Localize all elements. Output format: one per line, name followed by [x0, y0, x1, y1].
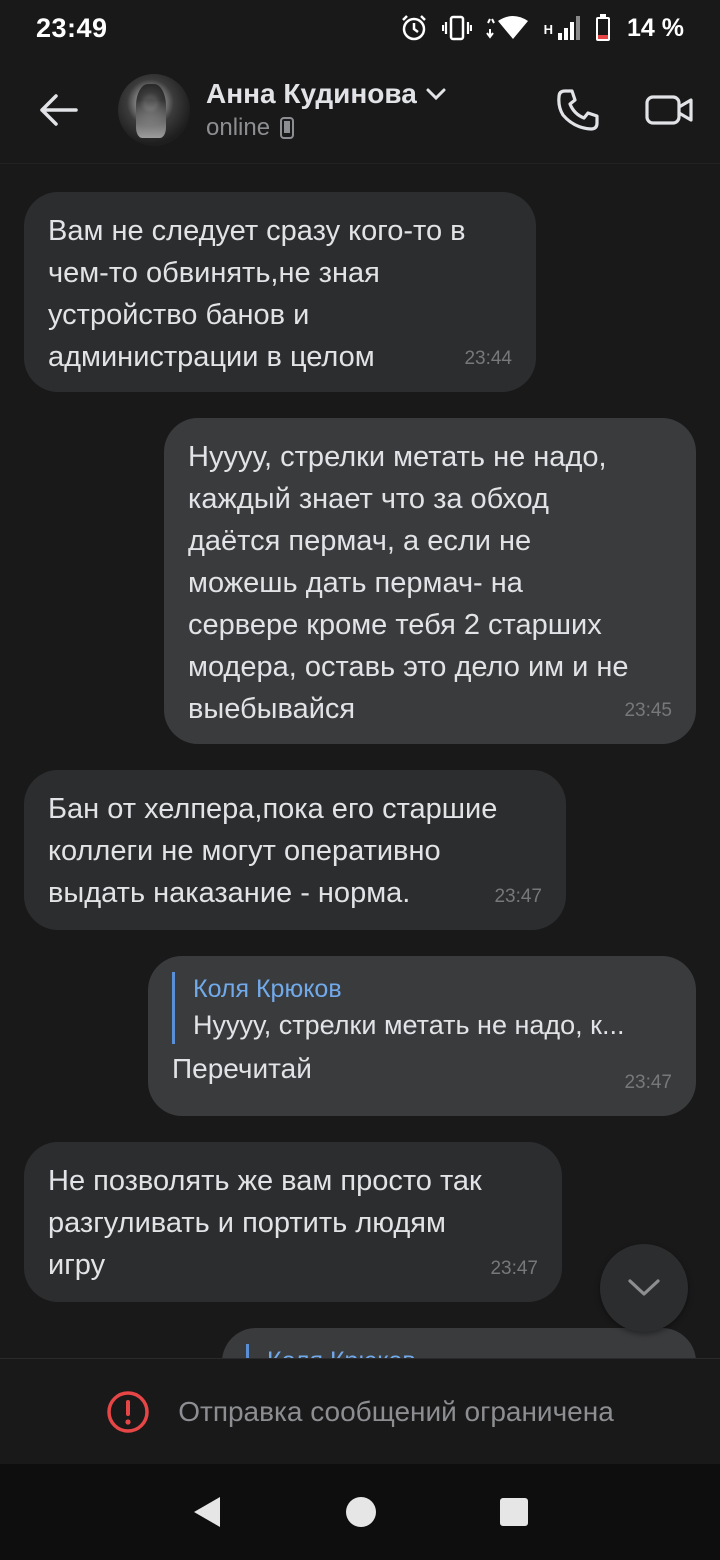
video-call-button[interactable] [644, 84, 696, 136]
chevron-down-icon [628, 1279, 660, 1296]
message-bubble-incoming[interactable]: Вам не следует сразу кого-то в чем-то об… [24, 192, 536, 392]
message-time: 23:47 [494, 886, 542, 907]
arrow-left-icon [40, 93, 78, 126]
message-bubble-outgoing[interactable]: Коля Крюков [222, 1328, 696, 1358]
contact-status: online [206, 113, 271, 141]
message-text: Не позволять же вам просто так разгулива… [48, 1165, 482, 1281]
nav-back-icon[interactable] [190, 1494, 224, 1530]
message-text: Вам не следует сразу кого-то в чем-то об… [48, 215, 466, 373]
message-time: 23:47 [624, 1072, 672, 1093]
reply-quote[interactable]: Коля Крюков [246, 1344, 672, 1358]
reply-author: Коля Крюков [267, 1344, 672, 1358]
message-bubble-incoming[interactable]: Не позволять же вам просто так разгулива… [24, 1142, 562, 1302]
reply-author: Коля Крюков [193, 975, 342, 1003]
message-bubble-outgoing[interactable]: Коля Крюков Нуууу, стрелки метать не над… [148, 956, 696, 1116]
network-type-label: H [543, 21, 554, 37]
phone-icon [557, 88, 599, 131]
messaging-restricted-bar: Отправка сообщений ограничена [0, 1358, 720, 1464]
wifi-icon [485, 16, 528, 39]
chevron-down-icon [426, 88, 446, 100]
message-text: Бан от хелпера,пока его старшие коллеги … [48, 793, 498, 909]
avatar[interactable] [118, 73, 190, 146]
battery-icon [596, 14, 611, 41]
reply-quote[interactable]: Коля Крюков Нуууу, стрелки метать не над… [172, 972, 672, 1044]
battery-percent: 14 % [627, 13, 684, 42]
message-bubble-incoming[interactable]: Бан от хелпера,пока его старшие коллеги … [24, 770, 566, 930]
contact-info[interactable]: Анна Кудинова online [206, 78, 447, 142]
vibrate-icon [441, 15, 472, 41]
exclamation-circle-icon [107, 1390, 149, 1433]
status-bar: 23:49 H 14 % [0, 0, 720, 56]
message-time: 23:47 [490, 1258, 538, 1279]
call-button[interactable] [552, 84, 604, 136]
mobile-device-icon [280, 116, 295, 139]
alarm-icon [401, 15, 426, 41]
reply-text: Нуууу, стрелки метать не надо, к... [193, 1010, 625, 1040]
system-navigation-bar [0, 1464, 720, 1560]
signal-icon [558, 16, 581, 40]
message-time: 23:44 [464, 348, 512, 369]
message-list[interactable]: Вам не следует сразу кого-то в чем-то об… [0, 164, 720, 1358]
message-time: 23:45 [624, 700, 672, 721]
message-text: Перечитай [172, 1053, 312, 1084]
contact-name: Анна Кудинова [206, 77, 417, 109]
nav-recents-icon[interactable] [498, 1496, 530, 1528]
message-bubble-outgoing[interactable]: Нуууу, стрелки метать не надо, каждый зн… [164, 418, 696, 744]
nav-home-icon[interactable] [344, 1495, 378, 1529]
video-camera-icon [645, 94, 693, 125]
restricted-notice: Отправка сообщений ограничена [178, 1395, 614, 1427]
scroll-down-button[interactable] [600, 1244, 688, 1332]
back-button[interactable] [28, 80, 88, 140]
chat-header: Анна Кудинова online [0, 56, 720, 164]
message-text: Нуууу, стрелки метать не надо, каждый зн… [188, 441, 629, 725]
status-time: 23:49 [36, 12, 108, 43]
status-icons: H 14 % [400, 14, 684, 43]
